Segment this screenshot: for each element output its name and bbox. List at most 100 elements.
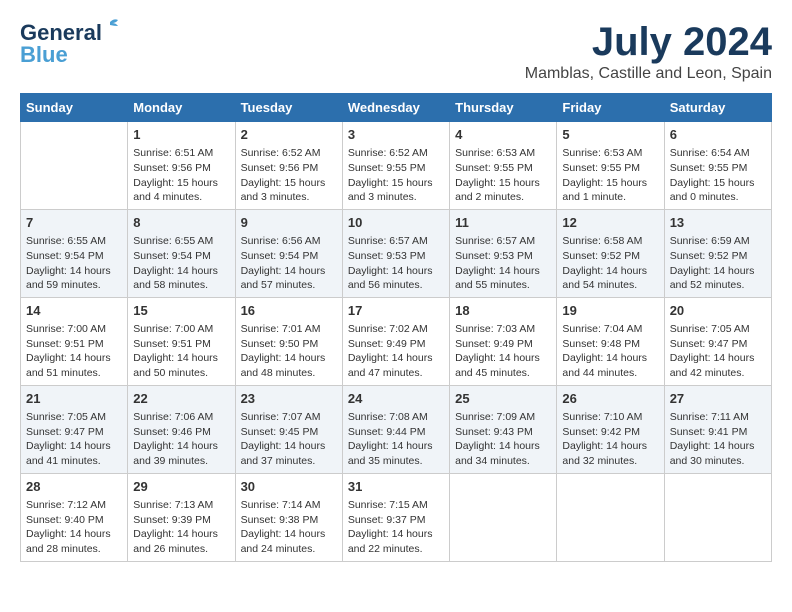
cell-text: and 3 minutes. [348,190,444,205]
cell-text: and 1 minute. [562,190,658,205]
week-row-4: 21Sunrise: 7:05 AMSunset: 9:47 PMDayligh… [21,385,772,473]
day-number: 17 [348,302,444,320]
cell-text: Sunset: 9:43 PM [455,425,551,440]
calendar-cell: 19Sunrise: 7:04 AMSunset: 9:48 PMDayligh… [557,297,664,385]
calendar-cell [21,122,128,210]
calendar-cell: 18 Sunrise: 7:03 AMSunset: 9:49 PMDayligh… [450,297,557,385]
logo: General Blue [20,20,102,68]
day-number: 24 [348,390,444,408]
cell-text: and 58 minutes. [133,278,229,293]
cell-text: Daylight: 15 hours [241,176,337,191]
cell-text: and 41 minutes. [26,454,122,469]
cell-text: Sunset: 9:53 PM [455,249,551,264]
week-row-5: 28Sunrise: 7:12 AMSunset: 9:40 PMDayligh… [21,473,772,561]
cell-text: and 55 minutes. [455,278,551,293]
cell-text: Sunset: 9:54 PM [241,249,337,264]
cell-text: Daylight: 14 hours [562,351,658,366]
cell-text: Daylight: 14 hours [455,264,551,279]
cell-text: Sunrise: 6:58 AM [562,234,658,249]
week-row-1: 1Sunrise: 6:51 AMSunset: 9:56 PMDaylight… [21,122,772,210]
cell-text: Daylight: 14 hours [26,527,122,542]
cell-text: Sunset: 9:51 PM [26,337,122,352]
day-number: 7 [26,214,122,232]
cell-text: Daylight: 15 hours [133,176,229,191]
day-number: 6 [670,126,766,144]
cell-text: and 26 minutes. [133,542,229,557]
cell-text: and 24 minutes. [241,542,337,557]
cell-text: Sunset: 9:52 PM [562,249,658,264]
cell-text: and 45 minutes. [455,366,551,381]
cell-text: Daylight: 14 hours [562,264,658,279]
cell-text: and 0 minutes. [670,190,766,205]
cell-text: Sunrise: 7:00 AM [26,322,122,337]
cell-text: Daylight: 14 hours [26,439,122,454]
cell-text: and 48 minutes. [241,366,337,381]
calendar-cell: 28Sunrise: 7:12 AMSunset: 9:40 PMDayligh… [21,473,128,561]
cell-text: Sunset: 9:56 PM [133,161,229,176]
cell-text: and 51 minutes. [26,366,122,381]
cell-text: Daylight: 14 hours [348,264,444,279]
calendar-cell: 21Sunrise: 7:05 AMSunset: 9:47 PMDayligh… [21,385,128,473]
cell-text: Sunset: 9:51 PM [133,337,229,352]
day-number: 16 [241,302,337,320]
cell-text: Sunrise: 6:57 AM [455,234,551,249]
cell-text: Daylight: 15 hours [455,176,551,191]
cell-text: and 22 minutes. [348,542,444,557]
cell-text: and 42 minutes. [670,366,766,381]
calendar-cell: 12 Sunrise: 6:58 AMSunset: 9:52 PMDayligh… [557,209,664,297]
day-number: 29 [133,478,229,496]
cell-text: Sunset: 9:49 PM [455,337,551,352]
day-number: 14 [26,302,122,320]
calendar-cell: 20Sunrise: 7:05 AMSunset: 9:47 PMDayligh… [664,297,771,385]
cell-text: Sunset: 9:56 PM [241,161,337,176]
cell-text: Daylight: 14 hours [455,351,551,366]
cell-text: Sunset: 9:55 PM [455,161,551,176]
cell-text: Daylight: 14 hours [133,527,229,542]
cell-text: and 37 minutes. [241,454,337,469]
day-header-thursday: Thursday [450,94,557,122]
cell-text: Sunset: 9:44 PM [348,425,444,440]
day-number: 20 [670,302,766,320]
cell-text: Sunset: 9:37 PM [348,513,444,528]
cell-text: and 52 minutes. [670,278,766,293]
day-number: 12 [562,214,658,232]
cell-text: Sunrise: 7:04 AM [562,322,658,337]
cell-text: Sunrise: 6:53 AM [562,146,658,161]
cell-text: and 39 minutes. [133,454,229,469]
day-number: 13 [670,214,766,232]
cell-text: Sunrise: 7:12 AM [26,498,122,513]
cell-text: and 35 minutes. [348,454,444,469]
cell-text: Daylight: 14 hours [455,439,551,454]
title-area: July 2024 Mamblas, Castille and Leon, Sp… [525,20,772,83]
cell-text: and 54 minutes. [562,278,658,293]
calendar-cell: 1Sunrise: 6:51 AMSunset: 9:56 PMDaylight… [128,122,235,210]
cell-text: Daylight: 14 hours [348,439,444,454]
cell-text: Sunset: 9:49 PM [348,337,444,352]
cell-text: Sunrise: 7:03 AM [455,322,551,337]
day-header-monday: Monday [128,94,235,122]
cell-text: Sunset: 9:52 PM [670,249,766,264]
day-number: 30 [241,478,337,496]
cell-text: Sunrise: 7:00 AM [133,322,229,337]
calendar-cell: 16Sunrise: 7:01 AMSunset: 9:50 PMDayligh… [235,297,342,385]
calendar-cell: 4Sunrise: 6:53 AMSunset: 9:55 PMDaylight… [450,122,557,210]
calendar-cell: 9Sunrise: 6:56 AMSunset: 9:54 PMDaylight… [235,209,342,297]
cell-text: and 3 minutes. [241,190,337,205]
calendar-cell: 23Sunrise: 7:07 AMSunset: 9:45 PMDayligh… [235,385,342,473]
cell-text: Sunrise: 7:09 AM [455,410,551,425]
calendar-cell: 11 Sunrise: 6:57 AMSunset: 9:53 PMDayligh… [450,209,557,297]
day-number: 27 [670,390,766,408]
calendar-cell: 5Sunrise: 6:53 AMSunset: 9:55 PMDaylight… [557,122,664,210]
cell-text: Sunrise: 7:13 AM [133,498,229,513]
day-number: 11 [455,214,551,232]
day-number: 22 [133,390,229,408]
day-number: 15 [133,302,229,320]
calendar-cell: 3Sunrise: 6:52 AMSunset: 9:55 PMDaylight… [342,122,449,210]
day-number: 18 [455,302,551,320]
day-header-sunday: Sunday [21,94,128,122]
cell-text: Daylight: 14 hours [241,351,337,366]
cell-text: Sunrise: 7:07 AM [241,410,337,425]
calendar-cell: 7Sunrise: 6:55 AMSunset: 9:54 PMDaylight… [21,209,128,297]
cell-text: Sunset: 9:53 PM [348,249,444,264]
calendar-cell: 29Sunrise: 7:13 AMSunset: 9:39 PMDayligh… [128,473,235,561]
